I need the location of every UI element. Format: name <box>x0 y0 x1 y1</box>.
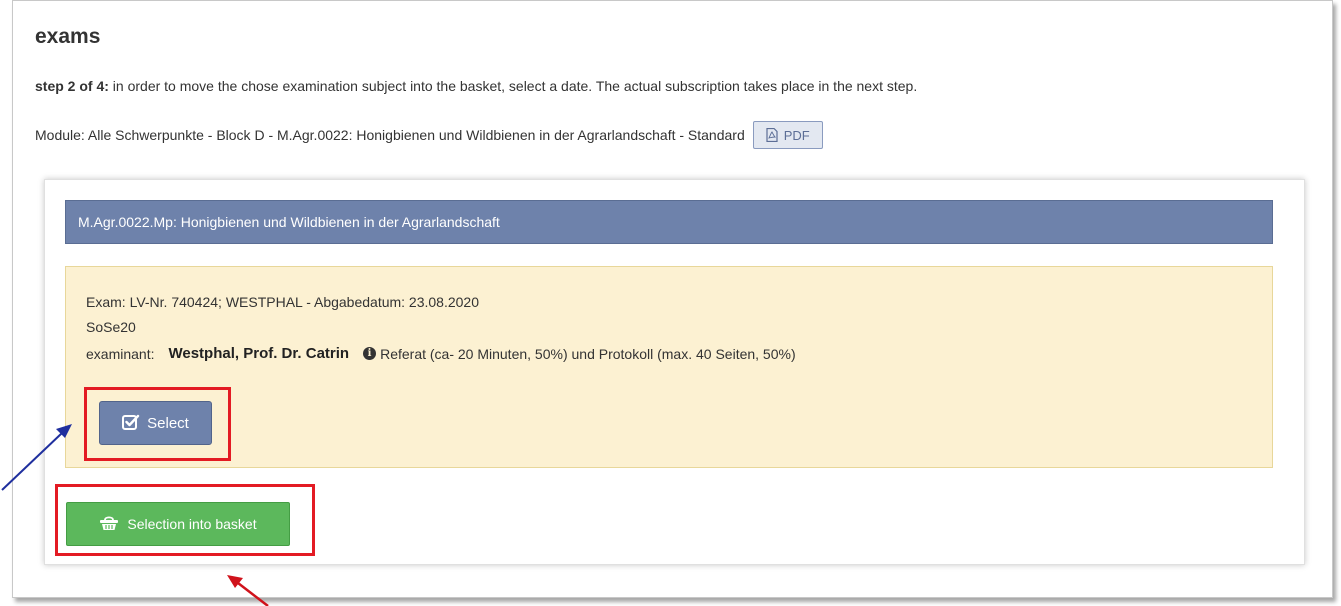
exam-title: Exam: LV-Nr. 740424; WESTPHAL - Abgabeda… <box>86 294 480 310</box>
examinant-name: Westphal, Prof. Dr. Catrin <box>168 345 350 362</box>
pdf-file-icon <box>766 128 778 142</box>
content-frame: exams step 2 of 4: in order to move the … <box>12 0 1333 598</box>
exam-description: Referat (ca- 20 Minuten, 50%) und Protok… <box>380 345 796 362</box>
step-text: in order to move the chose examination s… <box>108 78 918 94</box>
exam-semester: SoSe20 <box>86 319 136 335</box>
step-instruction: step 2 of 4: in order to move the chose … <box>35 78 917 94</box>
basket-icon <box>99 514 119 534</box>
selection-into-basket-button[interactable]: Selection into basket <box>66 502 290 546</box>
exam-card: M.Agr.0022.Mp: Honigbienen und Wildbiene… <box>44 179 1305 565</box>
select-label: Select <box>147 414 189 432</box>
pdf-button[interactable]: PDF <box>752 121 823 149</box>
select-button[interactable]: Select <box>99 401 212 445</box>
step-label: step 2 of 4: <box>35 78 109 94</box>
page-title: exams <box>35 25 101 48</box>
examinant-label: examinant: <box>86 345 155 362</box>
examinant-row: examinant: Westphal, Prof. Dr. Catrin i … <box>86 345 796 362</box>
module-info: Module: Alle Schwerpunkte - Block D - M.… <box>35 120 823 150</box>
module-text: Module: Alle Schwerpunkte - Block D - M.… <box>35 127 745 143</box>
module-header: M.Agr.0022.Mp: Honigbienen und Wildbiene… <box>65 200 1273 244</box>
basket-label: Selection into basket <box>127 516 257 532</box>
info-circle-icon: i <box>363 347 377 360</box>
pdf-label: PDF <box>783 127 810 143</box>
checkbox-icon <box>122 413 140 434</box>
exam-entry: Exam: LV-Nr. 740424; WESTPHAL - Abgabeda… <box>65 266 1273 468</box>
